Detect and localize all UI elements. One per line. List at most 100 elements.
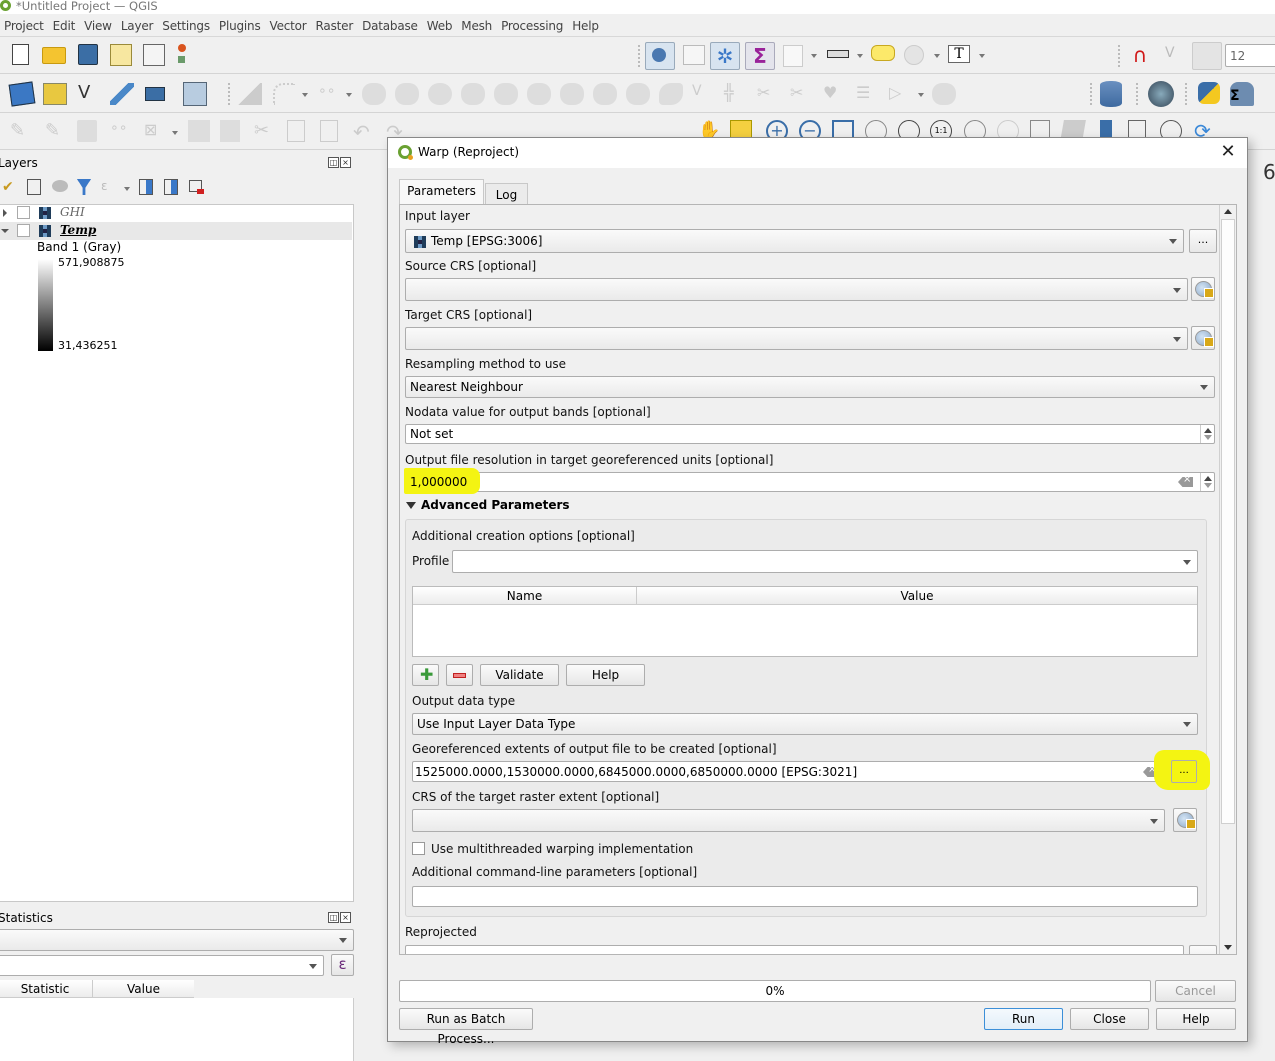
tab-log[interactable]: Log (485, 183, 528, 205)
delete-ring-icon[interactable] (527, 83, 551, 105)
reverse-line-icon[interactable]: V (692, 83, 714, 105)
target-crs-combo[interactable] (405, 327, 1188, 350)
modify-attributes-icon[interactable] (188, 120, 210, 142)
close-button[interactable]: Close (1070, 1008, 1149, 1030)
source-crs-select-button[interactable] (1191, 277, 1215, 301)
delete-part-icon[interactable] (560, 83, 584, 105)
vertical-scrollbar[interactable] (1219, 205, 1236, 954)
extent-browse-button[interactable]: ... (1171, 760, 1197, 783)
output-data-type-combo[interactable]: Use Input Layer Data Type (412, 713, 1198, 735)
input-layer-browse-button[interactable]: ... (1189, 229, 1217, 253)
rotate-feature-icon[interactable] (362, 83, 386, 105)
toggle-editing-icon[interactable]: ✎ (45, 120, 67, 142)
python-console-icon[interactable] (1198, 82, 1220, 104)
offset-point-symbols-icon[interactable]: ▷ (889, 83, 911, 105)
input-layer-combo[interactable]: Temp [EPSG:3006] (405, 229, 1184, 253)
reprojected-browse-button[interactable] (1189, 945, 1217, 954)
cancel-button[interactable]: Cancel (1155, 980, 1236, 1002)
float-panel-icon[interactable]: ◫ (328, 912, 339, 923)
trim-extend-icon[interactable] (659, 83, 683, 105)
metasearch-icon[interactable] (1148, 81, 1174, 107)
scrollbar-thumb[interactable] (1221, 219, 1235, 824)
add-option-button[interactable]: ✚ (412, 664, 439, 686)
snapping-vertex-icon[interactable]: V (1165, 45, 1187, 67)
add-circular-string-icon[interactable] (273, 83, 295, 105)
snapping-tolerance-input[interactable]: 12 (1225, 44, 1275, 67)
statistics-layer-combo[interactable] (0, 929, 354, 951)
new-project-icon[interactable] (12, 44, 29, 65)
layer-visibility-checkbox[interactable] (17, 224, 30, 237)
remove-option-button[interactable] (446, 664, 473, 686)
layer-visibility-checkbox[interactable] (17, 206, 30, 219)
advanced-parameters-toggle[interactable]: Advanced Parameters (404, 497, 704, 515)
menu-database[interactable]: Database (362, 19, 418, 33)
snapping-magnet-icon[interactable]: ∩ (1130, 45, 1150, 65)
expand-arrow-icon[interactable] (3, 209, 7, 217)
digitize-tool-icon[interactable] (238, 83, 262, 105)
multithread-checkbox[interactable] (412, 842, 425, 855)
new-print-layout-icon[interactable] (110, 44, 132, 66)
close-icon[interactable]: ✕ (1217, 141, 1239, 163)
vertex-editor-icon[interactable]: ⊠ (144, 120, 166, 142)
reprojected-output-input[interactable] (405, 945, 1184, 954)
identify-features-icon[interactable] (645, 42, 675, 70)
column-header-value[interactable]: Value (637, 587, 1197, 605)
menu-raster[interactable]: Raster (316, 19, 354, 33)
menu-project[interactable]: Project (4, 19, 44, 33)
add-group-icon[interactable] (27, 179, 41, 195)
menu-processing[interactable]: Processing (501, 19, 563, 33)
new-shapefile-layer-icon[interactable]: V (78, 83, 100, 105)
new-temporary-layer-icon[interactable] (110, 83, 134, 105)
resolution-spinbox[interactable]: 1,000000 (404, 468, 1215, 494)
save-edits-icon[interactable] (77, 120, 97, 142)
statistics-panel-icon[interactable]: Σ (1230, 82, 1254, 106)
extent-crs-combo[interactable] (412, 809, 1165, 832)
menu-web[interactable]: Web (427, 19, 453, 33)
multithread-label[interactable]: Use multithreaded warping implementation (431, 842, 693, 856)
open-field-calculator-icon[interactable] (783, 45, 803, 67)
map-tips-icon[interactable] (871, 45, 895, 61)
validate-button[interactable]: Validate (480, 664, 559, 686)
scroll-down-icon[interactable] (1224, 945, 1232, 950)
delete-selected-icon[interactable] (220, 120, 240, 142)
reshape-features-icon[interactable] (593, 83, 617, 105)
resampling-combo[interactable]: Nearest Neighbour (405, 376, 1215, 398)
copy-features-icon[interactable] (287, 120, 305, 142)
collapse-all-icon[interactable] (164, 179, 178, 195)
snapping-options-icon[interactable] (1192, 42, 1222, 70)
help-button[interactable]: Help (1156, 1008, 1236, 1030)
column-header-value[interactable]: Value (93, 980, 194, 998)
filter-expression-icon[interactable]: ε (101, 179, 117, 195)
nodata-spinbox[interactable]: Not set (405, 424, 1215, 444)
add-point-icon[interactable]: ∘∘ (318, 83, 340, 105)
offset-curve-icon[interactable] (626, 83, 650, 105)
new-geopackage-layer-icon[interactable] (43, 83, 67, 105)
creation-options-table[interactable]: Name Value (412, 586, 1198, 657)
run-batch-button[interactable]: Run as Batch Process... (399, 1008, 533, 1046)
open-project-icon[interactable] (42, 47, 66, 64)
fill-ring-icon[interactable] (494, 83, 518, 105)
column-header-name[interactable]: Name (413, 587, 637, 605)
menu-plugins[interactable]: Plugins (219, 19, 261, 33)
spin-arrows-icon[interactable] (1200, 425, 1214, 443)
layer-row-ghi[interactable]: GHI (0, 204, 352, 222)
simplify-feature-icon[interactable] (395, 83, 419, 105)
add-ring-icon[interactable] (428, 83, 452, 105)
extra-params-input[interactable] (412, 886, 1198, 907)
statistical-summary-icon[interactable]: Σ (745, 42, 775, 70)
add-part-icon[interactable] (461, 83, 485, 105)
menu-settings[interactable]: Settings (162, 19, 210, 33)
new-virtual-layer-icon[interactable] (145, 87, 165, 101)
menu-edit[interactable]: Edit (53, 19, 76, 33)
expression-button[interactable]: ε (331, 954, 354, 976)
measure-line-icon[interactable] (827, 50, 849, 58)
text-annotation-icon[interactable]: T (948, 45, 970, 63)
source-crs-combo[interactable] (405, 278, 1188, 301)
rotate-point-symbols-icon[interactable]: ☰ (856, 83, 878, 105)
statistics-table[interactable]: Statistic Value (0, 980, 354, 1061)
remove-layer-icon[interactable] (189, 180, 204, 194)
spin-arrows-icon[interactable] (1200, 473, 1214, 491)
vertex-tool-icon[interactable] (932, 83, 956, 105)
column-header-statistic[interactable]: Statistic (0, 980, 93, 998)
run-button[interactable]: Run (984, 1008, 1063, 1030)
